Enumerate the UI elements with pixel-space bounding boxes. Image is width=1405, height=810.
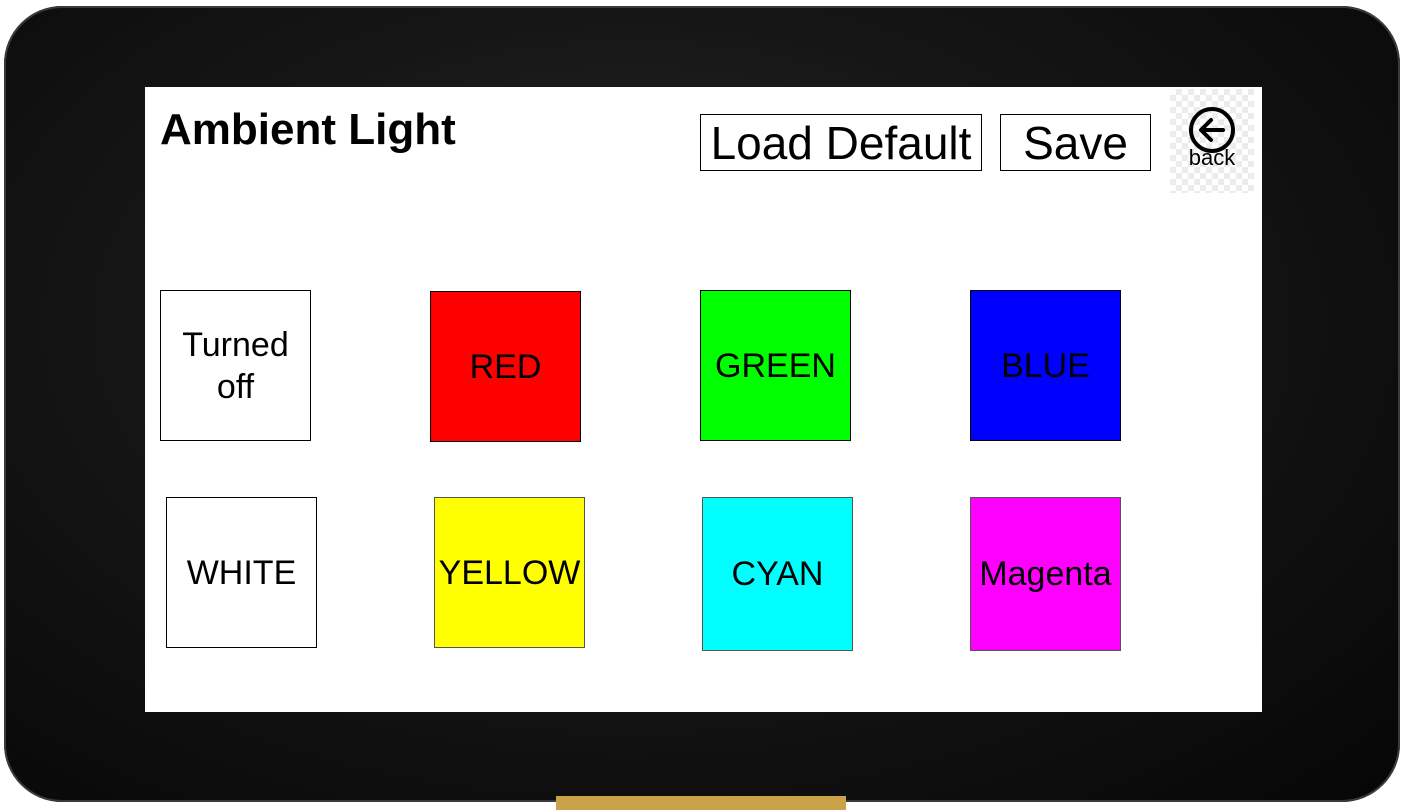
red-button[interactable]: RED bbox=[430, 291, 581, 442]
magenta-button[interactable]: Magenta bbox=[970, 497, 1121, 651]
white-button[interactable]: WHITE bbox=[166, 497, 317, 648]
ribbon-cable bbox=[556, 796, 846, 810]
load-default-button[interactable]: Load Default bbox=[700, 114, 982, 171]
back-label: back bbox=[1188, 145, 1236, 170]
back-button[interactable]: back bbox=[1170, 89, 1254, 193]
cyan-button[interactable]: CYAN bbox=[702, 497, 853, 651]
yellow-button[interactable]: YELLOW bbox=[434, 497, 585, 648]
blue-button[interactable]: BLUE bbox=[970, 290, 1121, 441]
turned-off-button[interactable]: Turned off bbox=[160, 290, 311, 441]
save-button[interactable]: Save bbox=[1000, 114, 1151, 171]
page-title: Ambient Light bbox=[160, 105, 456, 154]
green-button[interactable]: GREEN bbox=[700, 290, 851, 441]
touch-screen: Ambient Light Load Default Save back Tur… bbox=[145, 87, 1262, 712]
